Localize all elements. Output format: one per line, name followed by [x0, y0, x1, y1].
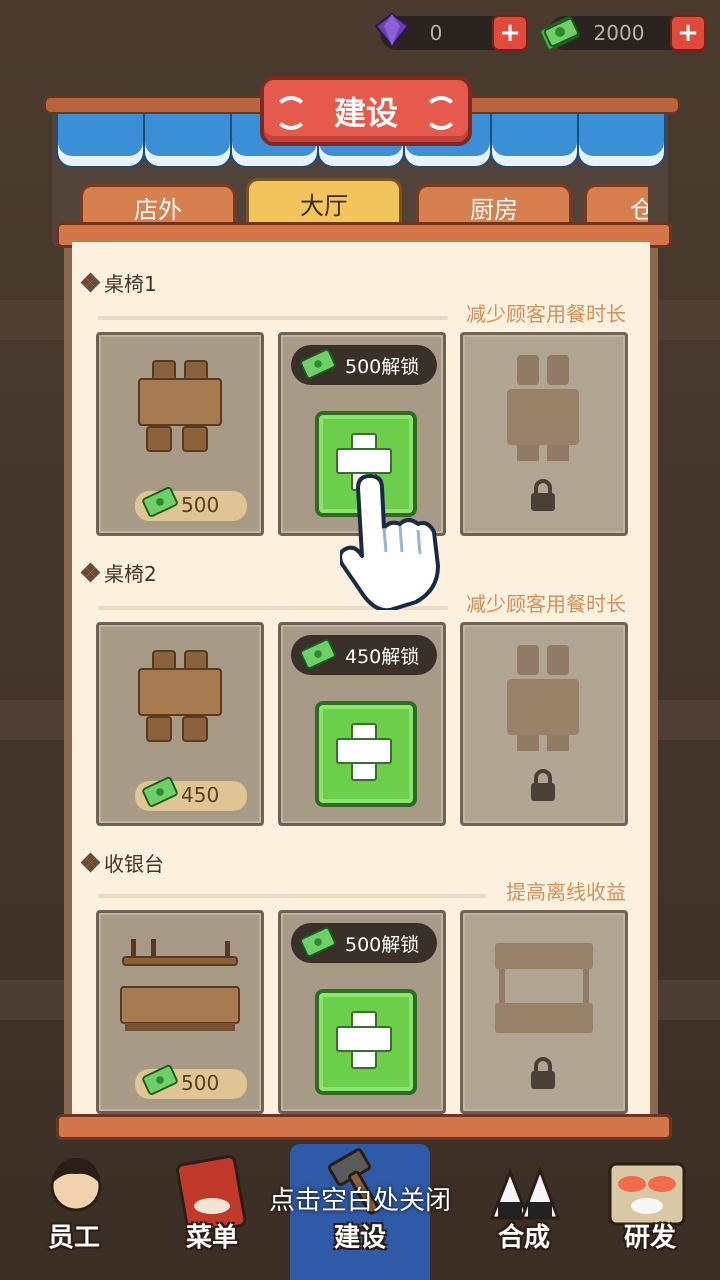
section-title: 桌椅2 [80, 558, 157, 587]
panel-rail-bottom [56, 1114, 672, 1140]
unlock-cost-text: 500解锁 [345, 933, 420, 956]
tutorial-hand-icon [340, 474, 440, 610]
tab-label: 店外 [134, 195, 182, 224]
table-chairs-silhouette-icon [507, 645, 579, 751]
close-hint: 点击空白处关闭 [268, 1186, 451, 1216]
section-divider [98, 894, 486, 898]
cash-icon [142, 486, 178, 517]
diamond-icon [80, 562, 101, 582]
section-divider [98, 316, 448, 320]
unlock-cost-pill: 500解锁 [291, 923, 437, 963]
tab-label: 大厅 [300, 191, 348, 220]
nav-label: 建设 [333, 1223, 386, 1253]
diamond-icon [80, 272, 101, 292]
ornament-icon [424, 96, 458, 130]
gem-icon [374, 12, 410, 48]
section-desc: 提高离线收益 [506, 880, 626, 904]
item-card-locked[interactable] [460, 622, 628, 826]
nav-label: 菜单 [185, 1223, 238, 1253]
table-chairs-icon [138, 650, 222, 742]
item-price: 500 [181, 1071, 220, 1095]
item-card-unlockable[interactable]: 500解锁 [278, 910, 446, 1114]
table-chairs-silhouette-icon [507, 355, 579, 461]
cash-icon [539, 16, 580, 50]
lock-icon [531, 769, 555, 801]
section-title-text: 桌椅2 [104, 562, 157, 586]
nav-label: 合成 [497, 1223, 550, 1253]
unlock-cost-text: 500解锁 [345, 355, 420, 378]
tab-hall[interactable]: 大厅 [246, 178, 402, 224]
add-cash-button[interactable]: + [670, 15, 706, 51]
section-title: 收银台 [80, 848, 164, 877]
cash-counter: 2000 + [539, 15, 706, 51]
tab-storage[interactable]: 仓 [584, 184, 648, 224]
tab-label: 仓 [630, 195, 648, 224]
nav-label: 员工 [47, 1223, 100, 1253]
section-title-text: 桌椅1 [104, 272, 157, 296]
item-card-owned[interactable]: 450 [96, 622, 264, 826]
title-banner: 建设 [260, 76, 472, 146]
item-price: 450 [181, 783, 220, 807]
ornament-icon [274, 96, 308, 130]
cash-icon [142, 776, 178, 807]
cash-icon [142, 1064, 178, 1095]
cash-icon [300, 926, 336, 957]
page-title: 建设 [333, 94, 398, 132]
section-desc: 减少顾客用餐时长 [466, 592, 626, 616]
item-card-unlockable[interactable]: 450解锁 [278, 622, 446, 826]
section-desc: 减少顾客用餐时长 [466, 302, 626, 326]
lock-icon [531, 479, 555, 511]
tab-kitchen[interactable]: 厨房 [416, 184, 572, 224]
build-list[interactable]: 桌椅1 减少顾客用餐时长 500 500解锁 桌椅2 减少顾客用餐时长 450 … [72, 242, 650, 1114]
unlock-cost-pill: 500解锁 [291, 345, 437, 385]
item-card-locked[interactable] [460, 910, 628, 1114]
cashier-counter-icon [120, 939, 240, 1031]
section-title: 桌椅1 [80, 268, 157, 297]
nav-label: 研发 [623, 1223, 676, 1253]
gem-counter: 0 + [374, 12, 528, 51]
table-chairs-icon [138, 360, 222, 452]
cash-icon [300, 348, 336, 379]
counter-silhouette-icon [495, 943, 593, 1033]
diamond-icon [80, 852, 101, 872]
item-price: 500 [181, 493, 220, 517]
category-tabs: 店外 大厅 厨房 仓 [76, 178, 648, 224]
tab-outside[interactable]: 店外 [80, 184, 236, 224]
cash-icon [300, 638, 336, 669]
lock-icon [531, 1057, 555, 1089]
add-gems-button[interactable]: + [492, 15, 528, 51]
item-card-owned[interactable]: 500 [96, 910, 264, 1114]
item-card-owned[interactable]: 500 [96, 332, 264, 536]
unlock-cost-pill: 450解锁 [291, 635, 437, 675]
section-title-text: 收银台 [104, 852, 164, 876]
tab-label: 厨房 [470, 195, 518, 224]
item-card-locked[interactable] [460, 332, 628, 536]
unlock-plus-button[interactable] [315, 989, 417, 1095]
unlock-plus-button[interactable] [315, 701, 417, 807]
unlock-cost-text: 450解锁 [345, 645, 420, 668]
